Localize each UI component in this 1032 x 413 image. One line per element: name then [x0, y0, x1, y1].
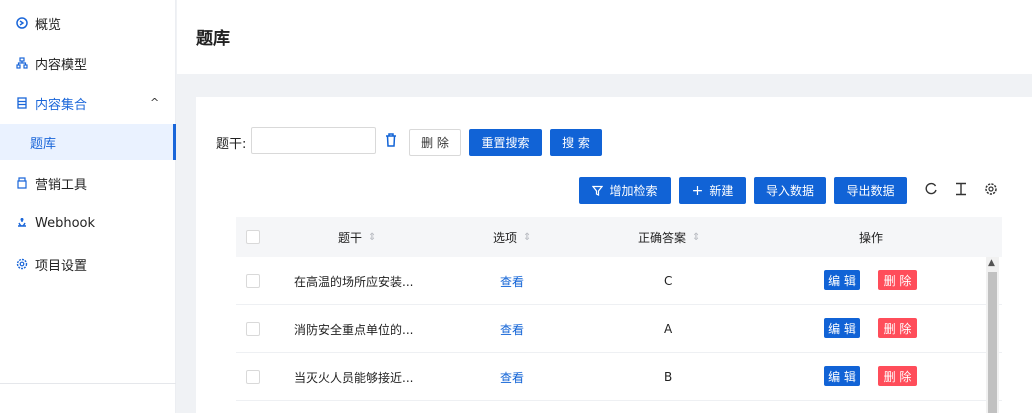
export-data-button[interactable]: 导出数据 — [834, 177, 907, 204]
sidebar-item-label: 内容集合 — [35, 97, 88, 113]
cell-answer: B — [664, 370, 673, 384]
sort-icon[interactable]: ⇕ — [523, 232, 531, 243]
column-label: 选项 — [493, 230, 518, 245]
column-header-options[interactable]: 选项 ⇕ — [493, 217, 531, 257]
scrollbar-thumb[interactable] — [988, 272, 997, 413]
sidebar-item-label: 题库 — [30, 136, 57, 152]
search-label: 题干: — [216, 137, 247, 152]
delete-button[interactable]: 删 除 — [409, 129, 461, 156]
cell-stem: 在高温的场所应安装... — [294, 274, 414, 289]
overview-icon — [16, 17, 28, 29]
scroll-up-icon[interactable]: ▲ — [988, 258, 995, 268]
add-filter-label: 增加检索 — [609, 184, 658, 198]
column-header-answer[interactable]: 正确答案 ⇕ — [638, 217, 700, 257]
chevron-up-icon[interactable]: ^ — [150, 96, 159, 109]
content-card: 题干: 删 除 重置搜索 搜 索 增加检索 + 新建 导入数据 导出数据 题干 … — [196, 97, 1032, 413]
sidebar-item-question-bank[interactable]: 题库 — [0, 124, 176, 160]
delete-row-button[interactable]: 删 除 — [878, 366, 917, 386]
reset-search-button[interactable]: 重置搜索 — [469, 129, 542, 156]
view-options-link[interactable]: 查看 — [500, 305, 524, 353]
sidebar-item-marketing-tools[interactable]: 营销工具 — [0, 164, 176, 202]
settings-icon — [16, 258, 28, 270]
edit-button[interactable]: 编 辑 — [824, 318, 860, 338]
sidebar-item-overview[interactable]: 概览 — [0, 4, 176, 42]
add-filter-button[interactable]: 增加检索 — [579, 177, 671, 204]
view-options-link[interactable]: 查看 — [500, 257, 524, 305]
sidebar-item-label: 项目设置 — [35, 258, 88, 274]
column-header-stem[interactable]: 题干 ⇕ — [338, 217, 376, 257]
settings-gear-icon[interactable] — [983, 181, 999, 197]
sidebar-item-project-settings[interactable]: 项目设置 — [0, 245, 176, 283]
plus-icon: + — [691, 182, 704, 199]
sidebar: 概览 内容模型 内容集合 ^ 题库 营销工具 Webhook 项目设置 — [0, 0, 176, 413]
collection-icon — [16, 97, 28, 109]
row-checkbox[interactable] — [246, 274, 260, 288]
sidebar-item-label: Webhook — [35, 215, 96, 231]
import-data-button[interactable]: 导入数据 — [754, 177, 826, 204]
sort-icon[interactable]: ⇕ — [692, 232, 700, 243]
sidebar-item-label: 营销工具 — [35, 177, 88, 193]
page-title: 题库 — [196, 29, 230, 49]
column-header-actions: 操作 — [859, 217, 883, 257]
sidebar-item-label: 概览 — [35, 17, 62, 33]
sidebar-item-content-model[interactable]: 内容模型 — [0, 44, 176, 82]
cell-answer: A — [664, 322, 673, 336]
column-label: 正确答案 — [638, 230, 687, 245]
row-checkbox[interactable] — [246, 370, 260, 384]
page-header: 题库 — [177, 0, 1032, 74]
view-options-link[interactable]: 查看 — [500, 353, 524, 401]
stem-search-input[interactable] — [251, 127, 376, 154]
sidebar-item-webhook[interactable]: Webhook — [0, 204, 176, 242]
table-row: 在高温的场所应安装... 查看 C 编 辑 删 除 — [236, 257, 1002, 305]
trash-icon[interactable] — [384, 132, 398, 148]
refresh-icon[interactable] — [923, 181, 939, 197]
table-row: 当灭火人员能够接近... 查看 B 编 辑 删 除 — [236, 353, 1002, 401]
delete-row-button[interactable]: 删 除 — [878, 270, 917, 290]
row-checkbox[interactable] — [246, 322, 260, 336]
table-header: 题干 ⇕ 选项 ⇕ 正确答案 ⇕ 操作 — [236, 217, 1002, 257]
sidebar-divider — [0, 383, 176, 384]
sidebar-item-label: 内容模型 — [35, 57, 88, 73]
model-icon — [16, 57, 28, 69]
edit-button[interactable]: 编 辑 — [824, 270, 860, 290]
delete-row-button[interactable]: 删 除 — [878, 318, 917, 338]
marketing-icon — [16, 177, 28, 189]
search-button[interactable]: 搜 索 — [550, 129, 602, 156]
cell-stem: 当灭火人员能够接近... — [294, 370, 414, 385]
sort-icon[interactable]: ⇕ — [368, 232, 376, 243]
table-row: 消防安全重点单位的... 查看 A 编 辑 删 除 — [236, 305, 1002, 353]
cell-answer: C — [664, 274, 673, 288]
filter-icon — [592, 185, 604, 196]
select-all-checkbox[interactable] — [246, 230, 260, 244]
table-scrollbar[interactable]: ▲ — [986, 257, 999, 413]
cell-stem: 消防安全重点单位的... — [294, 322, 414, 337]
webhook-icon — [16, 217, 28, 229]
edit-button[interactable]: 编 辑 — [824, 366, 860, 386]
column-label: 操作 — [859, 230, 884, 245]
new-label: 新建 — [709, 184, 734, 198]
column-label: 题干 — [338, 230, 363, 245]
column-height-icon[interactable] — [953, 181, 969, 197]
new-button[interactable]: + 新建 — [679, 177, 746, 204]
sidebar-item-content-collection[interactable]: 内容集合 ^ — [0, 84, 176, 122]
